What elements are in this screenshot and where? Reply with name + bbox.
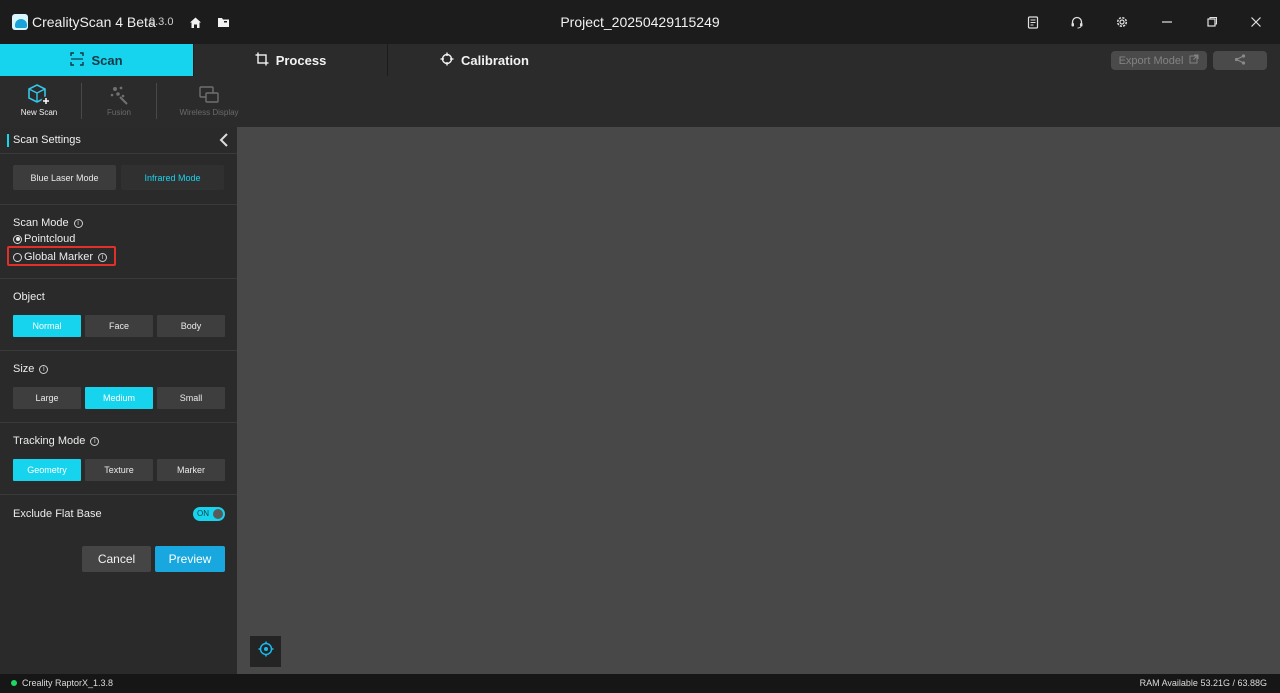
divider [0, 278, 237, 279]
tab-process-label: Process [275, 52, 327, 68]
app-logo-icon [12, 14, 28, 30]
size-title: Size [13, 363, 35, 375]
headset-icon[interactable] [1068, 13, 1086, 31]
tab-scan-label: Scan [91, 52, 123, 68]
toggle-knob [213, 509, 223, 519]
divider [0, 350, 237, 351]
app-name: CrealityScan 4 Beta [32, 14, 156, 30]
pointcloud-radio[interactable]: Pointcloud [13, 233, 75, 245]
fusion-button[interactable]: Fusion [80, 82, 158, 117]
tab-calibration[interactable]: Calibration [388, 44, 581, 76]
target-icon [258, 641, 274, 662]
scan-frame-icon [70, 51, 85, 69]
exclude-flat-base-toggle[interactable]: ON [193, 507, 225, 521]
device-name: Creality RaptorX_1.3.8 [22, 678, 114, 688]
tab-calibration-label: Calibration [461, 52, 529, 68]
size-section: Size i [13, 363, 49, 375]
blue-laser-mode-button[interactable]: Blue Laser Mode [13, 165, 116, 190]
gear-icon[interactable] [1113, 13, 1131, 31]
info-icon[interactable]: i [39, 364, 49, 374]
external-link-icon [1189, 54, 1199, 67]
exclude-flat-base-label: Exclude Flat Base [13, 508, 102, 520]
restore-icon[interactable] [1203, 13, 1221, 31]
fusion-label: Fusion [106, 108, 131, 117]
tab-process[interactable]: Process [194, 44, 387, 76]
wireless-display-icon [170, 82, 248, 108]
panel-header: Scan Settings [0, 127, 237, 153]
close-icon[interactable] [1247, 13, 1265, 31]
divider [0, 204, 237, 205]
cancel-button[interactable]: Cancel [82, 546, 151, 572]
export-model-button[interactable]: Export Model [1111, 51, 1207, 70]
divider [0, 153, 237, 154]
crosshair-icon [440, 52, 454, 69]
size-small-button[interactable]: Small [157, 387, 225, 409]
ram-available: RAM Available 53.21G / 63.88G [1139, 678, 1267, 688]
global-marker-highlight [7, 246, 116, 266]
object-normal-button[interactable]: Normal [13, 315, 81, 337]
notes-icon[interactable] [1024, 13, 1042, 31]
tab-scan[interactable]: Scan [0, 44, 193, 76]
toggle-state-label: ON [197, 509, 209, 518]
tracking-mode-title: Tracking Mode [13, 435, 86, 447]
infrared-mode-button[interactable]: Infrared Mode [121, 165, 224, 190]
preview-button[interactable]: Preview [155, 546, 225, 572]
panel-title: Scan Settings [13, 134, 81, 146]
divider [0, 422, 237, 423]
main-tabs: Scan Process Calibration [0, 44, 581, 76]
divider [0, 494, 237, 495]
scan-mode-section: Scan Mode i [13, 217, 83, 229]
connection-status-dot [11, 680, 17, 686]
share-button[interactable] [1213, 51, 1267, 70]
toolbar-divider [156, 83, 157, 119]
home-icon[interactable] [186, 13, 204, 31]
radio-checked-icon [13, 234, 22, 244]
3d-viewport[interactable] [237, 127, 1280, 674]
object-title: Object [13, 291, 45, 303]
recenter-view-button[interactable] [250, 636, 281, 667]
info-icon[interactable]: i [73, 218, 83, 228]
wireless-display-button[interactable]: Wireless Display [170, 82, 248, 117]
panel-header-accent [7, 134, 9, 147]
new-scan-button[interactable]: New Scan [0, 82, 78, 117]
new-scan-label: New Scan [20, 108, 58, 117]
minimize-icon[interactable] [1158, 13, 1176, 31]
object-body-button[interactable]: Body [157, 315, 225, 337]
tracking-texture-button[interactable]: Texture [85, 459, 153, 481]
crop-icon [255, 52, 269, 69]
tracking-marker-button[interactable]: Marker [157, 459, 225, 481]
tracking-mode-section: Tracking Mode i [13, 435, 100, 447]
size-medium-button[interactable]: Medium [85, 387, 153, 409]
app-version: 0.3.0 [149, 16, 174, 28]
pointcloud-label: Pointcloud [24, 233, 76, 245]
collapse-panel-icon[interactable] [218, 133, 230, 152]
wireless-display-label: Wireless Display [179, 108, 239, 117]
new-scan-cube-icon [0, 82, 78, 108]
info-icon[interactable]: i [90, 436, 100, 446]
export-model-label: Export Model [1118, 54, 1184, 67]
folder-icon[interactable] [214, 13, 232, 31]
status-bar: Creality RaptorX_1.3.8 RAM Available 53.… [0, 674, 1280, 693]
share-icon [1234, 52, 1246, 70]
scan-mode-title: Scan Mode [13, 217, 69, 229]
object-face-button[interactable]: Face [85, 315, 153, 337]
fusion-icon [80, 82, 158, 108]
tracking-geometry-button[interactable]: Geometry [13, 459, 81, 481]
size-large-button[interactable]: Large [13, 387, 81, 409]
